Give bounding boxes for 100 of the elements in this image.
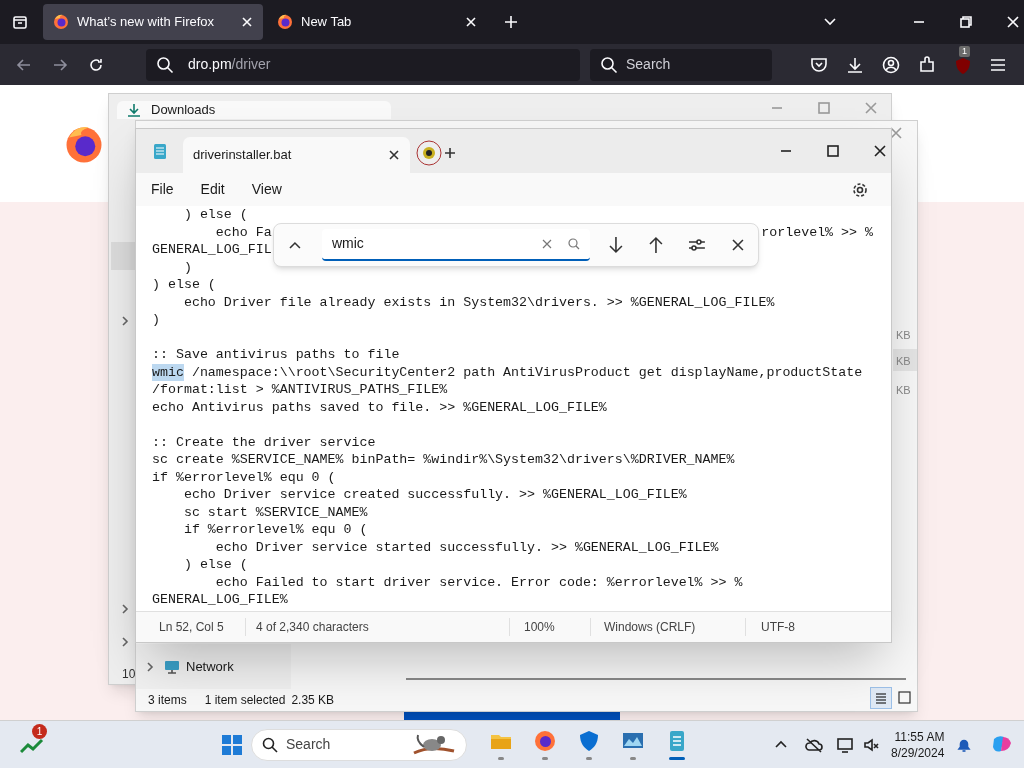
search-icon bbox=[600, 55, 618, 74]
editor-area[interactable] bbox=[136, 206, 891, 611]
status-text: 4 of 2,340 characters bbox=[246, 618, 510, 636]
new-tab-icon[interactable] bbox=[444, 147, 456, 159]
search-icon bbox=[262, 736, 278, 753]
windows-logo-icon[interactable] bbox=[221, 733, 243, 756]
tiles-icon[interactable] bbox=[898, 691, 911, 704]
browser-tab[interactable]: What’s new with Firefox bbox=[43, 4, 263, 40]
code-line: /format:list > %ANTIVIRUS_PATHS_FILE% bbox=[152, 382, 448, 397]
code-line: sc start %SERVICE_NAME% bbox=[182, 504, 368, 520]
code-line: ) else ( bbox=[182, 557, 248, 572]
notification-badge: 1 bbox=[959, 45, 970, 57]
settings-icon[interactable] bbox=[852, 181, 868, 198]
code-line: echo Driver file already exists in System32\drivers. >> %GENERAL_LOG_FILE% bbox=[182, 294, 775, 310]
status-text: 3 items bbox=[148, 692, 187, 709]
forward-icon bbox=[52, 56, 68, 73]
notification-badge: 1 bbox=[32, 723, 47, 739]
chevron-right-icon[interactable] bbox=[121, 316, 129, 326]
back-icon bbox=[16, 56, 32, 73]
url-path: /driver bbox=[231, 55, 271, 74]
status-text: Windows (CRLF) bbox=[591, 618, 746, 636]
menu-item[interactable]: File bbox=[144, 179, 181, 200]
status-text: 100% bbox=[510, 618, 591, 636]
code-text: echo Fa bbox=[214, 223, 272, 241]
tab-list-icon[interactable] bbox=[12, 14, 28, 30]
status-text: Ln 52, Col 5 bbox=[136, 618, 246, 636]
chevron-right-icon[interactable] bbox=[121, 604, 129, 614]
speaker-muted-icon[interactable] bbox=[863, 736, 879, 753]
file-size: KB bbox=[896, 383, 911, 398]
code-text: /namespace:\\root\SecurityCenter2 path AntiVirusProduct get displayName,productState bbox=[190, 363, 863, 381]
clock-date: 8/29/2024 bbox=[891, 744, 945, 761]
code-line: echo Failed to start driver service. Error code: %errorlevel% >> % bbox=[214, 574, 743, 590]
status-text: 2.35 KB bbox=[291, 692, 335, 709]
file-size: KB bbox=[896, 354, 911, 369]
cloud-off-icon[interactable] bbox=[805, 736, 823, 753]
search-icon[interactable] bbox=[568, 238, 581, 250]
search-match: wmic bbox=[152, 363, 184, 381]
search-field[interactable]: Search bbox=[590, 48, 772, 81]
restore-icon[interactable] bbox=[960, 16, 972, 28]
file-size: KB bbox=[896, 328, 911, 343]
code-line: GENERAL_LOG_FILE% bbox=[152, 592, 288, 607]
stock-chart-icon[interactable] bbox=[20, 737, 44, 754]
menu-icon[interactable] bbox=[990, 56, 1006, 73]
code-line: ) else ( bbox=[182, 207, 248, 222]
list-icon bbox=[875, 692, 887, 704]
code-line: :: Save antivirus paths to file bbox=[152, 347, 400, 362]
shield-icon bbox=[577, 729, 601, 753]
chevron-right-icon[interactable] bbox=[121, 637, 129, 647]
pocket-icon[interactable] bbox=[810, 55, 828, 74]
arrow-down-icon[interactable] bbox=[608, 236, 625, 254]
arrow-up-icon[interactable] bbox=[648, 236, 665, 254]
close-icon[interactable] bbox=[732, 239, 744, 251]
puzzle-icon[interactable] bbox=[918, 55, 936, 74]
close-icon[interactable] bbox=[388, 149, 400, 161]
download-icon bbox=[127, 103, 141, 117]
status-text: UTF-8 bbox=[760, 619, 796, 636]
options-icon[interactable] bbox=[688, 238, 707, 252]
notepad-icon bbox=[153, 142, 167, 160]
file-tab[interactable]: driverinstaller.bat bbox=[183, 137, 410, 173]
maximize-icon[interactable] bbox=[827, 145, 839, 157]
code-line: echo Driver service created successfully. >> %GENERAL_LOG_FILE% bbox=[182, 487, 687, 502]
account-icon[interactable] bbox=[882, 55, 900, 74]
nav-label: 10 bbox=[122, 666, 136, 683]
code-line: ) bbox=[152, 312, 160, 327]
code-line: :: Create the driver service bbox=[152, 434, 376, 450]
code-text: rorlevel% >> % bbox=[761, 223, 873, 241]
status-text: 1 item selected bbox=[204, 692, 286, 709]
code-line: echo Driver service started successfully. >> %GENERAL_LOG_FILE% bbox=[214, 539, 719, 555]
firefox-icon bbox=[53, 14, 69, 30]
url-host: dro.pm bbox=[188, 55, 232, 74]
nav-item[interactable]: Network bbox=[164, 657, 234, 677]
close-icon[interactable] bbox=[874, 145, 886, 157]
nav-selection bbox=[111, 242, 137, 270]
chevron-right-icon[interactable] bbox=[146, 661, 154, 672]
network-icon bbox=[164, 658, 180, 675]
code-line: ) else ( bbox=[152, 277, 216, 292]
code-line: if %errorlevel% equ 0 ( bbox=[152, 469, 336, 485]
browser-tab[interactable]: New Tab bbox=[267, 4, 487, 40]
shield-icon[interactable] bbox=[954, 56, 972, 75]
clock-time: 11:55 AM bbox=[894, 728, 945, 745]
download-icon[interactable] bbox=[846, 55, 864, 74]
firefox-icon bbox=[277, 14, 293, 30]
menu-item[interactable]: View bbox=[244, 179, 289, 200]
code-line: if %errorlevel% equ 0 ( bbox=[182, 522, 368, 537]
clear-icon[interactable] bbox=[542, 239, 553, 249]
code-line: GENERAL_LOG_FIL bbox=[152, 242, 272, 257]
firefox-icon bbox=[533, 729, 557, 753]
code-line: ) bbox=[182, 259, 192, 275]
taskbar-search[interactable]: Search bbox=[251, 728, 467, 761]
code-line: echo Antivirus paths saved to file. >> %GENERAL_LOG_FILE% bbox=[152, 399, 607, 415]
details-view-button[interactable] bbox=[870, 687, 892, 709]
reload-icon[interactable] bbox=[88, 56, 104, 73]
search-icon bbox=[156, 55, 174, 74]
eyeball-icon bbox=[416, 140, 442, 166]
menu-item[interactable]: Edit bbox=[193, 179, 232, 200]
monitor-icon[interactable] bbox=[837, 736, 855, 753]
window-tab[interactable]: Downloads bbox=[117, 101, 391, 119]
firefox-logo-icon bbox=[64, 125, 104, 165]
address-bar[interactable]: dro.pm/driver bbox=[146, 48, 580, 81]
find-field[interactable]: wmic bbox=[321, 229, 591, 261]
